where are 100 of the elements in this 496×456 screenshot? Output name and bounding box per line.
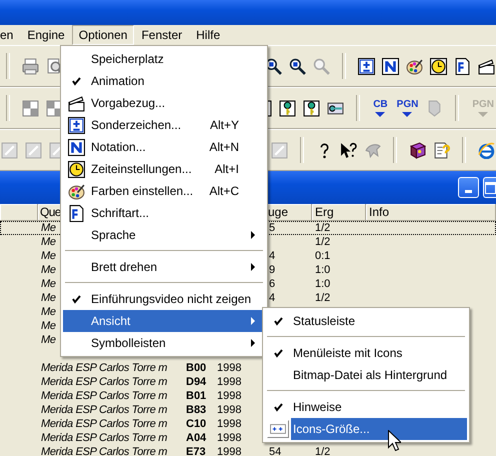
check-icon [71,294,81,304]
checker-icon[interactable] [21,98,40,118]
tile-icon[interactable] [0,140,19,160]
clock-icon[interactable] [429,56,448,76]
menu-item[interactable]: Ansicht [63,310,265,332]
table-cell: Me [41,306,56,318]
table-cell: 4 [269,250,276,262]
check-icon [273,348,283,358]
table-cell: Merida ESP Carlos Torre m [41,390,168,402]
menu-item[interactable]: Sonderzeichen... Alt+Y [63,114,265,136]
table-cell: 1:0 [315,264,330,276]
table-cell: E73 [186,446,206,456]
table-cell: 1998 [217,418,242,430]
table-cell: Me [41,278,56,290]
clapperboard-icon [68,94,84,112]
table-cell: 1998 [217,446,242,456]
tile-icon[interactable] [270,140,289,160]
menu-item[interactable]: Sprache [63,224,265,246]
table-cell: B83 [186,404,206,416]
icon-size-icon [267,420,289,438]
menu-item[interactable]: Vorgabezug... [63,92,265,114]
menu-item[interactable]: Einführungsvideo nicht zeigen [63,288,265,310]
palette-icon[interactable] [405,56,424,76]
menu-item[interactable]: Zeiteinstellungen... Alt+I [63,158,265,180]
table-cell: 1:0 [315,278,330,290]
table-cell: 0:1 [315,250,330,262]
clapperboard-icon[interactable] [477,56,496,76]
table-cell: 1998 [217,376,242,388]
document-icon[interactable] [453,56,472,76]
menu-item[interactable]: Farben einstellen... Alt+C [63,180,265,202]
menu-item[interactable]: Symbolleisten [63,332,265,354]
table-cell: 1998 [217,432,242,444]
key-icon[interactable] [302,98,322,118]
toolbar-button[interactable]: CB [371,100,390,116]
menu-item[interactable]: Speicherplatz [63,48,265,70]
toolbar-button[interactable]: PGN [394,100,420,116]
table-cell: Me [41,250,56,262]
framed-box-icon [68,138,84,156]
menu-title[interactable]: Fenster [134,25,190,45]
maximize-button[interactable] [483,177,496,198]
menu-item[interactable]: Animation [63,70,265,92]
table-cell: 1/2 [315,236,330,248]
key-icon[interactable] [278,98,298,118]
table-cell: 1/2 [315,446,330,456]
table-cell: B01 [186,390,206,402]
table-cell: Merida ESP Carlos Torre m [41,404,168,416]
table-cell: Me [41,236,56,248]
menu-item[interactable]: Notation... Alt+N [63,136,265,158]
plus-minus-icon[interactable] [357,56,376,76]
table-cell: Me [41,264,56,276]
table-cell: Me [41,320,56,332]
table-cell: Merida ESP Carlos Torre m [41,418,168,430]
table-cell: 1998 [217,390,242,402]
browser-icon[interactable] [477,140,496,160]
tile-icon[interactable] [24,140,43,160]
table-cell: Me [41,334,56,346]
minimize-button[interactable] [458,177,479,198]
table-cell: Merida ESP Carlos Torre m [41,376,168,388]
table-cell: B00 [186,362,206,374]
menu-item[interactable]: Hinweise [265,396,467,418]
table-cell: 1998 [217,404,242,416]
table-cell: 6 [269,278,276,290]
check-icon [71,76,81,86]
table-cell: 5 [269,222,276,234]
palette-icon [68,182,84,200]
table-cell: Me [41,222,56,234]
table-cell: 1/2 [315,222,330,234]
column-header[interactable]: Info [366,204,496,221]
table-cell: 1/2 [315,292,330,304]
menu-title[interactable]: en [0,25,20,45]
menu-item[interactable]: Bitmap-Datei als Hintergrund [265,364,467,386]
magnifier-icon[interactable] [288,56,307,76]
check-icon [273,402,283,412]
document-icon [68,204,84,222]
table-cell: Merida ESP Carlos Torre m [41,432,168,444]
table-cell: 54 [269,446,282,456]
table-cell: Me [41,292,56,304]
plus-minus-icon [68,116,84,134]
table-cell: A04 [186,432,206,444]
clock-icon [68,160,84,178]
table-cell: D94 [186,376,206,388]
table-cell: Merida ESP Carlos Torre m [41,362,168,374]
table-cell: 4 [269,292,276,304]
menu-title[interactable]: Optionen [72,25,134,45]
printer-icon[interactable] [21,56,40,76]
check-icon [273,316,283,326]
context-help-icon[interactable] [339,140,358,160]
table-cell: C10 [186,418,206,430]
menu-item[interactable]: Statusleiste [265,310,467,332]
note-icon[interactable] [432,140,451,160]
table-cell: Merida ESP Carlos Torre m [41,446,168,456]
menu-title[interactable]: Engine [20,25,72,45]
book-icon[interactable] [408,140,427,160]
menu-item[interactable]: Brett drehen [63,256,265,278]
menu-item[interactable]: Menüleiste mit Icons [265,342,467,364]
table-cell: 1998 [217,362,242,374]
column-header[interactable]: Erg [312,204,366,221]
framed-box-icon[interactable] [381,56,400,76]
table-cell: 9 [269,264,276,276]
menu-title[interactable]: Hilfe [189,25,228,45]
